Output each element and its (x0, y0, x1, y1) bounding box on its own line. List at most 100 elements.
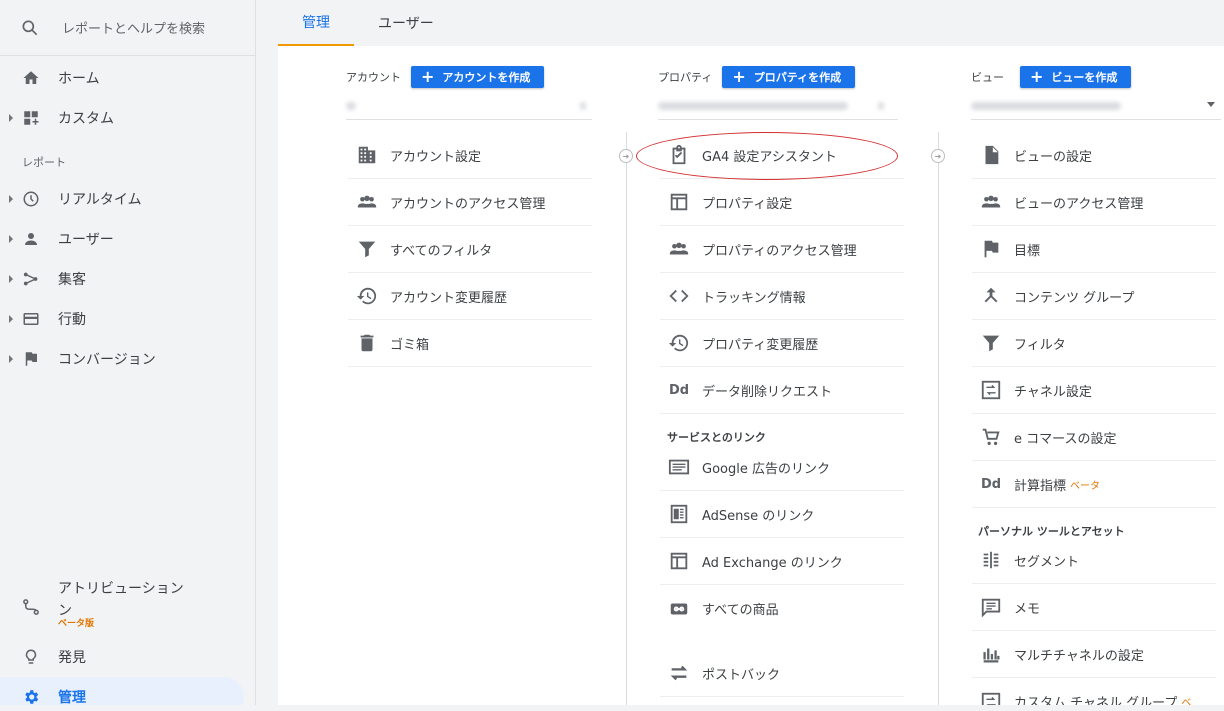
postback-item[interactable]: ポストバック (660, 650, 904, 697)
people-icon (981, 195, 1001, 208)
beta-badge: ベータ版 (58, 619, 95, 629)
item-label: ビューの設定 (1014, 149, 1093, 165)
history-icon (668, 334, 689, 352)
goals-item[interactable]: 目標 (972, 226, 1216, 273)
item-label: ゴミ箱 (390, 337, 430, 353)
sidebar-item-label: ホーム (58, 71, 100, 87)
clock-icon (23, 191, 39, 207)
channel-icon (981, 380, 1001, 400)
google-ads-link-item[interactable]: Google 広告のリンク (660, 444, 904, 491)
sidebar-item-label: 管理 (58, 690, 86, 706)
gear-icon (25, 690, 39, 704)
plus-icon: + (732, 67, 746, 86)
item-label: コンテンツ グループ (1014, 290, 1135, 306)
all-filters-item[interactable]: すべてのフィルタ (348, 226, 592, 273)
sidebar-item-audience[interactable]: ユーザー (0, 219, 256, 259)
expand-caret-icon (9, 315, 13, 323)
account-settings-item[interactable]: アカウント設定 (348, 132, 592, 179)
arrow-right-icon: ➜ (619, 149, 633, 163)
item-label: Google 広告のリンク (702, 461, 830, 477)
blurred-view-name (971, 101, 1121, 110)
search-input[interactable]: レポートとヘルプを検索 (62, 18, 205, 37)
property-heading: プロパティ (658, 71, 713, 84)
sidebar-item-conversions[interactable]: コンバージョン (0, 339, 256, 379)
merge-icon (984, 287, 998, 303)
create-property-button[interactable]: + プロパティを作成 (722, 66, 856, 88)
tab-admin[interactable]: 管理 (278, 0, 354, 46)
property-settings-item[interactable]: プロパティ設定 (660, 179, 904, 226)
tracking-info-item[interactable]: トラッキング情報 (660, 273, 904, 320)
plus-icon: + (1030, 67, 1044, 86)
view-column-header: ビュー + ビューを作成 (971, 66, 1132, 88)
blurred-caret (878, 101, 884, 110)
ad-exchange-link-item[interactable]: Ad Exchange のリンク (660, 538, 904, 585)
sidebar-item-discover[interactable]: 発見 (0, 637, 256, 677)
sidebar-item-label: コンバージョン (58, 352, 156, 368)
create-view-button[interactable]: + ビューを作成 (1020, 66, 1132, 88)
search-bar[interactable]: レポートとヘルプを検索 (0, 0, 255, 56)
item-label: データ削除リクエスト (702, 384, 833, 400)
sidebar: レポートとヘルプを検索 ホーム カスタム レポート リアルタイム ユーザー 集客… (0, 0, 256, 711)
sidebar-item-realtime[interactable]: リアルタイム (0, 179, 256, 219)
sidebar-item-label: リアルタイム (58, 192, 142, 208)
item-label: AdSense のリンク (702, 508, 815, 524)
sidebar-item-label: 発見 (58, 650, 86, 666)
item-label: アカウントのアクセス管理 (390, 196, 546, 212)
account-access-item[interactable]: アカウントのアクセス管理 (348, 179, 592, 226)
create-view-label: ビューを作成 (1051, 71, 1118, 84)
annotations-item[interactable]: メモ (972, 584, 1216, 631)
item-label: e コマースの設定 (1014, 431, 1117, 447)
account-history-item[interactable]: アカウント変更履歴 (348, 273, 592, 320)
layout-icon (670, 193, 688, 211)
segments-item[interactable]: セグメント (972, 537, 1216, 584)
property-access-item[interactable]: プロパティのアクセス管理 (660, 226, 904, 273)
content-grouping-item[interactable]: コンテンツ グループ (972, 273, 1216, 320)
dashboard-icon (24, 111, 39, 125)
document-icon (985, 145, 999, 165)
account-selector[interactable] (346, 92, 592, 120)
data-deletion-item[interactable]: Dd データ削除リクエスト (660, 367, 904, 414)
all-products-item[interactable]: すべての商品 (660, 585, 904, 632)
sidebar-item-acquisition[interactable]: 集客 (0, 259, 256, 299)
item-label: ポストバック (702, 667, 781, 683)
sidebar-item-home[interactable]: ホーム (0, 58, 256, 98)
calculated-metrics-item[interactable]: Dd 計算指標 ベータ (972, 461, 1216, 508)
history-icon (356, 287, 377, 305)
service-links-heading: サービスとのリンク (667, 431, 766, 444)
link-icon (670, 603, 688, 614)
trash-item[interactable]: ゴミ箱 (348, 320, 592, 367)
view-filters-item[interactable]: フィルタ (972, 320, 1216, 367)
ecommerce-settings-item[interactable]: e コマースの設定 (972, 414, 1216, 461)
item-label: アカウント変更履歴 (390, 290, 508, 306)
channel-settings-item[interactable]: チャネル設定 (972, 367, 1216, 414)
plus-icon: + (421, 67, 435, 86)
item-label: プロパティ変更履歴 (702, 337, 819, 353)
ga4-setup-assistant-item[interactable]: GA4 設定アシスタント (660, 132, 904, 179)
view-selector[interactable] (971, 92, 1221, 120)
expand-caret-icon (9, 235, 13, 243)
flag-icon (984, 240, 999, 258)
building-icon (358, 146, 376, 164)
item-label: アカウント設定 (390, 149, 482, 165)
bar-chart-icon (983, 648, 1000, 663)
arrow-right-icon: ➜ (931, 149, 945, 163)
item-label: メモ (1014, 601, 1041, 617)
acquisition-icon (23, 272, 38, 286)
view-settings-item[interactable]: ビューの設定 (972, 132, 1216, 179)
property-selector[interactable] (658, 92, 898, 120)
item-label: フィルタ (1014, 337, 1066, 353)
tab-user[interactable]: ユーザー (354, 0, 458, 46)
sidebar-item-behavior[interactable]: 行動 (0, 299, 256, 339)
column-divider (938, 132, 939, 711)
property-history-item[interactable]: プロパティ変更履歴 (660, 320, 904, 367)
sidebar-item-custom[interactable]: カスタム (0, 98, 256, 138)
search-icon (22, 20, 38, 35)
view-access-item[interactable]: ビューのアクセス管理 (972, 179, 1216, 226)
create-account-button[interactable]: + アカウントを作成 (411, 66, 545, 88)
behavior-icon (23, 313, 39, 325)
account-heading: アカウント (346, 71, 401, 84)
adsense-link-item[interactable]: AdSense のリンク (660, 491, 904, 538)
adsense-icon (670, 504, 688, 524)
multichannel-settings-item[interactable]: マルチチャネルの設定 (972, 631, 1216, 678)
item-label: プロパティ設定 (702, 196, 793, 212)
